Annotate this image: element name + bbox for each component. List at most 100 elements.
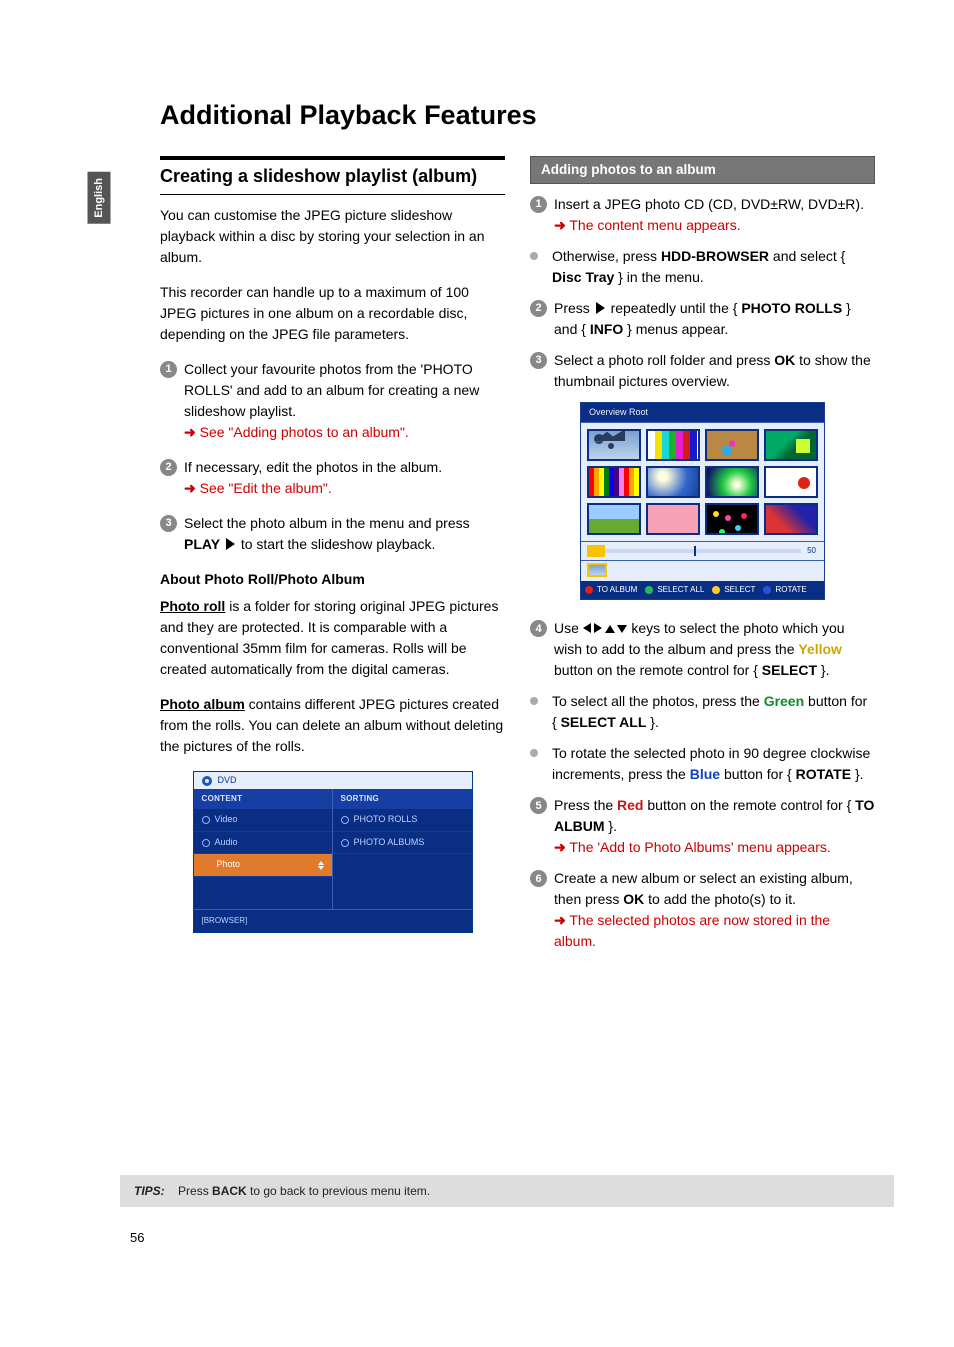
menu-row-photo[interactable]: Photo (194, 854, 332, 877)
rotate-label: ROTATE (796, 766, 851, 782)
step-2-text: If necessary, edit the photos in the alb… (184, 459, 442, 475)
subsection-banner: Adding photos to an album (530, 156, 875, 184)
overview-title: Overview Root (581, 403, 824, 424)
dvd-content-menu: DVD CONTENT Video Audio Photo SORTING PH… (193, 771, 473, 934)
r-step-6-sub: The selected photos are now stored in th… (554, 912, 830, 949)
photo-rolls-label: PHOTO ROLLS (741, 300, 842, 316)
thumbnail[interactable] (646, 429, 700, 461)
step-number-icon: 3 (160, 515, 177, 532)
step-2: 2 If necessary, edit the photos in the a… (160, 457, 505, 499)
yellow-dot-icon (712, 586, 720, 594)
thumbnail[interactable] (764, 429, 818, 461)
red-button-label: Red (617, 797, 643, 813)
r-bullet-rotate: To rotate the selected photo in 90 degre… (530, 743, 875, 785)
step-number-icon: 2 (160, 459, 177, 476)
tips-footer: TIPS: Press BACK to go back to previous … (120, 1175, 894, 1207)
step-number-icon: 5 (530, 797, 547, 814)
ok-label: OK (623, 891, 644, 907)
tips-label: TIPS: (134, 1184, 165, 1198)
r-step-6: 6 Create a new album or select an existi… (530, 868, 875, 952)
menu-row-video[interactable]: Video (194, 809, 332, 832)
r-step-4: 4 Use keys to select the photo which you… (530, 618, 875, 681)
select-all-label: SELECT ALL (561, 714, 647, 730)
step-1-sub: See "Adding photos to an album". (200, 424, 409, 440)
scroll-arrows-icon (318, 861, 324, 870)
content-column-header: CONTENT (194, 789, 332, 809)
section-heading-slideshow: Creating a slideshow playlist (album) (160, 165, 505, 188)
r-step-1: 1 Insert a JPEG photo CD (CD, DVD±RW, DV… (530, 194, 875, 236)
thumbnail[interactable] (764, 466, 818, 498)
menu-row-audio[interactable]: Audio (194, 832, 332, 855)
dvd-header: DVD (194, 772, 472, 790)
sorting-column-header: SORTING (333, 789, 472, 809)
selected-thumbnail (587, 563, 607, 577)
thumbnail[interactable] (587, 429, 641, 461)
step-1-text: Collect your favourite photos from the '… (184, 361, 479, 419)
photo-icon (202, 860, 212, 870)
page-title: Additional Playback Features (130, 95, 894, 136)
r-step-2: 2 Press repeatedly until the { PHOTO ROL… (530, 298, 875, 340)
green-dot-icon (645, 586, 653, 594)
photo-roll-paragraph: Photo roll is a folder for storing origi… (160, 596, 505, 680)
step-2-sub: See "Edit the album". (200, 480, 332, 496)
overview-selected-strip (581, 560, 824, 581)
select-label: SELECT (762, 662, 817, 678)
red-dot-icon (585, 586, 593, 594)
intro-paragraph-1: You can customise the JPEG picture slide… (160, 205, 505, 268)
yellow-button-label: Yellow (798, 641, 842, 657)
r-step-5-sub: The 'Add to Photo Albums' menu appears. (569, 839, 830, 855)
about-heading: About Photo Roll/Photo Album (160, 571, 365, 587)
thumbnail[interactable] (705, 429, 759, 461)
content-columns: Creating a slideshow playlist (album) Yo… (130, 156, 894, 963)
overview-legend: TO ALBUM SELECT ALL SELECT ROTATE (581, 581, 824, 599)
thumbnail[interactable] (705, 503, 759, 535)
photo-album-label: Photo album (160, 696, 245, 712)
thumbnail[interactable] (646, 503, 700, 535)
overview-count: 50 (805, 545, 818, 557)
thumbnail[interactable] (646, 466, 700, 498)
r-step-5: 5 Press the Red button on the remote con… (530, 795, 875, 858)
r-bullet-otherwise: Otherwise, press HDD-BROWSER and select … (530, 246, 875, 288)
photo-album-paragraph: Photo album contains different JPEG pict… (160, 694, 505, 757)
disc-tray-label: Disc Tray (552, 269, 614, 285)
thumbnail[interactable] (587, 466, 641, 498)
bullet-icon (530, 697, 538, 705)
right-column: Adding photos to an album 1 Insert a JPE… (530, 156, 875, 963)
disc-icon (202, 776, 212, 786)
r-step-1-sub: The content menu appears. (569, 217, 740, 233)
right-arrow-icon (596, 302, 605, 314)
step-3-text-b: to start the slideshow playback. (237, 536, 435, 552)
play-label: PLAY (184, 536, 220, 552)
menu-row-photo-rolls[interactable]: PHOTO ROLLS (333, 809, 472, 832)
nav-keys-icon (583, 620, 628, 636)
overview-scrollbar[interactable]: 50 (581, 541, 824, 560)
step-number-icon: 2 (530, 300, 547, 317)
step-number-icon: 4 (530, 620, 547, 637)
r-step-1-text: Insert a JPEG photo CD (CD, DVD±RW, DVD±… (554, 196, 864, 212)
info-label: INFO (590, 321, 623, 337)
step-3: 3 Select the photo album in the menu and… (160, 513, 505, 555)
thumbnail[interactable] (587, 503, 641, 535)
hdd-browser-label: HDD-BROWSER (661, 248, 769, 264)
bullet-icon (530, 749, 538, 757)
intro-paragraph-2: This recorder can handle up to a maximum… (160, 282, 505, 345)
step-1: 1 Collect your favourite photos from the… (160, 359, 505, 443)
play-icon (226, 538, 235, 550)
overview-panel: Overview Root 50 (580, 402, 825, 601)
back-label: BACK (212, 1184, 247, 1198)
ok-label: OK (774, 352, 795, 368)
left-column: Creating a slideshow playlist (album) Yo… (160, 156, 505, 963)
step-number-icon: 3 (530, 352, 547, 369)
language-tab: English (88, 172, 111, 224)
dvd-footer: [BROWSER] (194, 909, 472, 932)
step-number-icon: 1 (160, 361, 177, 378)
thumbnail[interactable] (705, 466, 759, 498)
dvd-header-label: DVD (218, 774, 237, 788)
blue-dot-icon (763, 586, 771, 594)
menu-row-photo-albums[interactable]: PHOTO ALBUMS (333, 832, 472, 855)
thumbnail[interactable] (764, 503, 818, 535)
bullet-icon (530, 252, 538, 260)
step-number-icon: 1 (530, 196, 547, 213)
blue-button-label: Blue (690, 766, 720, 782)
r-bullet-selectall: To select all the photos, press the Gree… (530, 691, 875, 733)
